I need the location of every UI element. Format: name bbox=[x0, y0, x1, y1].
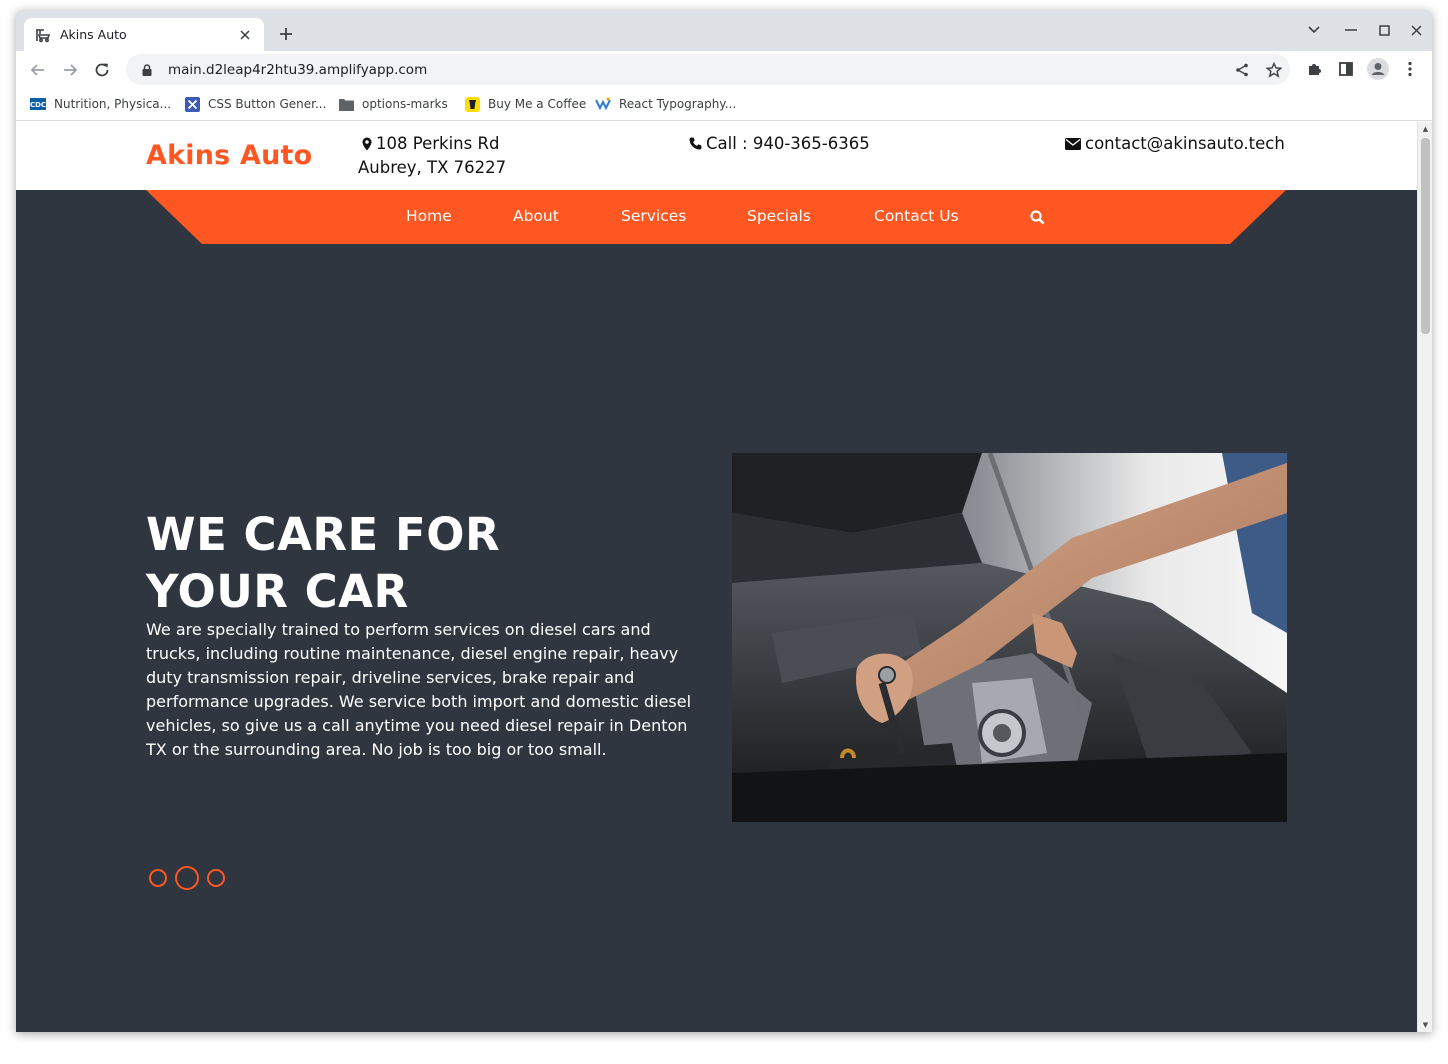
scrollbar-thumb[interactable] bbox=[1421, 138, 1430, 334]
bookmark-react-typography[interactable]: React Typography... bbox=[595, 94, 736, 114]
scroll-down-icon[interactable]: ▼ bbox=[1418, 1018, 1432, 1032]
mechanic-engine-photo bbox=[732, 453, 1287, 822]
address-street: 108 Perkins Rd bbox=[376, 134, 500, 153]
bookmark-label: CSS Button Gener... bbox=[208, 97, 327, 111]
coffee-icon bbox=[464, 96, 480, 112]
address-city: Aubrey, TX 76227 bbox=[358, 158, 507, 177]
url-text: main.d2leap4r2htu39.amplifyapp.com bbox=[168, 61, 428, 78]
hero-title: WE CARE FOR YOUR CAR bbox=[146, 506, 706, 620]
tab-strip: Akins Auto bbox=[16, 10, 1432, 51]
site-logo[interactable]: Akins Auto bbox=[146, 140, 312, 171]
close-tab-icon[interactable] bbox=[236, 26, 254, 44]
address-line-2: Aubrey, TX 76227 bbox=[358, 158, 506, 177]
react-typography-icon bbox=[595, 96, 611, 112]
hero-title-line-2: YOUR CAR bbox=[146, 565, 409, 618]
nav-specials[interactable]: Specials bbox=[747, 207, 811, 225]
map-marker-icon bbox=[362, 137, 372, 150]
site-header: Akins Auto 108 Perkins Rd Aubrey, TX 762… bbox=[16, 122, 1417, 190]
email-info[interactable]: contact@akinsauto.tech bbox=[1065, 134, 1285, 153]
close-window-icon[interactable] bbox=[1401, 18, 1431, 42]
car-lift-icon bbox=[34, 26, 52, 44]
nav-home[interactable]: Home bbox=[406, 207, 452, 225]
folder-icon bbox=[338, 96, 354, 112]
forward-icon[interactable] bbox=[56, 56, 84, 84]
bookmark-label: Buy Me a Coffee bbox=[488, 97, 587, 111]
tab-title: Akins Auto bbox=[60, 27, 127, 42]
nav-links: Home About Services Specials Contact Us bbox=[146, 190, 1286, 244]
page-viewport: Akins Auto 108 Perkins Rd Aubrey, TX 762… bbox=[16, 122, 1432, 1032]
reload-icon[interactable] bbox=[88, 56, 116, 84]
bookmark-label: Nutrition, Physica... bbox=[54, 97, 172, 111]
bookmark-label: React Typography... bbox=[619, 97, 737, 111]
side-panel-icon[interactable] bbox=[1333, 56, 1359, 82]
browser-window: Akins Auto main.d2leap4r2htu39.amplifyap… bbox=[16, 10, 1432, 1032]
extensions-icon[interactable] bbox=[1301, 56, 1327, 82]
back-icon[interactable] bbox=[24, 56, 52, 84]
profile-avatar-icon[interactable] bbox=[1365, 56, 1391, 82]
slider-dot-1[interactable] bbox=[149, 869, 167, 887]
cdc-logo-text: CDC bbox=[30, 101, 46, 109]
bookmark-label: options-marks bbox=[362, 97, 448, 111]
nav-contact-us[interactable]: Contact Us bbox=[874, 207, 959, 225]
bookmark-folder-options-marks[interactable]: options-marks bbox=[338, 94, 448, 114]
cdc-icon: CDC bbox=[30, 96, 46, 112]
hero-description: We are specially trained to perform serv… bbox=[146, 620, 692, 759]
phone-info[interactable]: Call : 940-365-6365 bbox=[689, 134, 870, 153]
bookmark-nutrition[interactable]: CDC Nutrition, Physica... bbox=[30, 94, 171, 114]
new-tab-button[interactable] bbox=[274, 22, 298, 46]
search-icon[interactable] bbox=[1027, 207, 1047, 227]
slider-dot-3[interactable] bbox=[207, 869, 225, 887]
bookmark-buy-me-a-coffee[interactable]: Buy Me a Coffee bbox=[464, 94, 586, 114]
main-navbar: Home About Services Specials Contact Us bbox=[146, 190, 1286, 244]
page-scrollbar[interactable]: ▲ ▼ bbox=[1417, 122, 1432, 1032]
minimize-icon[interactable] bbox=[1336, 18, 1366, 42]
nav-services[interactable]: Services bbox=[621, 207, 686, 225]
lock-icon[interactable] bbox=[140, 63, 154, 77]
bookmarks-bar: CDC Nutrition, Physica... CSS Button Gen… bbox=[16, 88, 1432, 121]
browser-tab[interactable]: Akins Auto bbox=[24, 18, 264, 51]
share-icon[interactable] bbox=[1232, 60, 1252, 80]
nav-about[interactable]: About bbox=[513, 207, 559, 225]
bookmark-css-button[interactable]: CSS Button Gener... bbox=[184, 94, 326, 114]
tab-search-chevron-icon[interactable] bbox=[1299, 18, 1329, 42]
browser-toolbar: main.d2leap4r2htu39.amplifyapp.com bbox=[16, 51, 1432, 88]
browser-menu-icon[interactable] bbox=[1397, 56, 1423, 82]
phone-number: Call : 940-365-6365 bbox=[706, 134, 870, 153]
maximize-icon[interactable] bbox=[1369, 18, 1399, 42]
scroll-up-icon[interactable]: ▲ bbox=[1418, 122, 1432, 136]
address-bar[interactable]: main.d2leap4r2htu39.amplifyapp.com bbox=[126, 54, 1290, 85]
phone-icon bbox=[689, 137, 702, 150]
bookmark-star-icon[interactable] bbox=[1264, 60, 1284, 80]
hero-title-line-1: WE CARE FOR bbox=[146, 508, 501, 561]
css-button-icon bbox=[184, 96, 200, 112]
slider-dot-2-active[interactable] bbox=[175, 866, 199, 890]
slider-dots bbox=[149, 866, 233, 890]
email-address: contact@akinsauto.tech bbox=[1085, 134, 1285, 153]
address-line-1: 108 Perkins Rd bbox=[362, 134, 499, 153]
envelope-icon bbox=[1065, 137, 1081, 150]
